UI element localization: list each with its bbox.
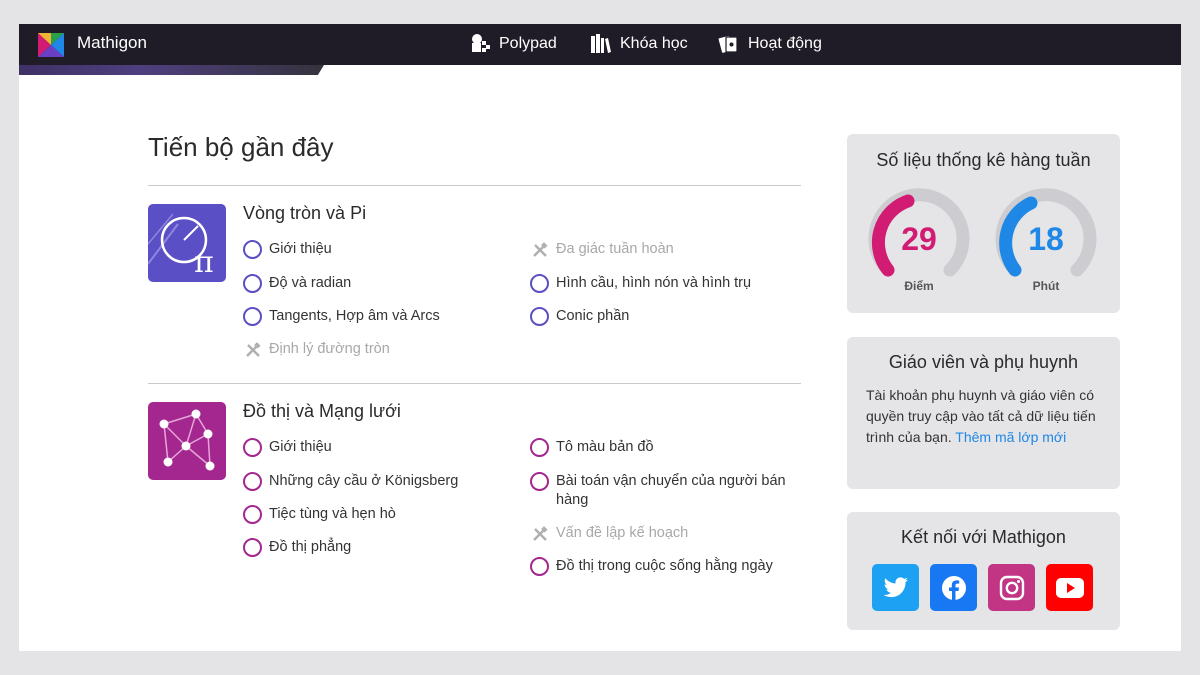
progress-circle-icon — [530, 307, 549, 326]
tools-icon — [530, 240, 549, 259]
mathigon-logo-icon[interactable] — [38, 33, 64, 57]
svg-text:π: π — [194, 245, 214, 280]
nav-courses[interactable]: Khóa học — [590, 33, 688, 55]
progress-circle-icon — [243, 274, 262, 293]
facebook-button[interactable] — [930, 564, 977, 611]
course-title[interactable]: Vòng tròn và Pi — [243, 203, 366, 224]
progress-circle-icon — [243, 240, 262, 259]
lesson-item[interactable]: Đồ thị phẳng — [243, 538, 351, 557]
connect-card: Kết nối với Mathigon — [847, 512, 1120, 630]
lesson-label: Những cây cầu ở Königsberg — [269, 473, 459, 489]
points-gauge: 29 — [864, 184, 974, 294]
nav-label: Polypad — [499, 35, 557, 52]
instagram-icon — [999, 575, 1024, 600]
divider — [148, 383, 801, 384]
lesson-label: Đa giác tuần hoàn — [556, 241, 674, 257]
progress-circle-icon — [243, 538, 262, 557]
points-value: 29 — [901, 221, 937, 257]
lesson-item[interactable]: Tangents, Hợp âm và Arcs — [243, 307, 440, 326]
nav-polypad[interactable]: Polypad — [469, 33, 557, 55]
brand-name[interactable]: Mathigon — [77, 33, 147, 53]
progress-circle-icon — [243, 307, 262, 326]
weekly-stats-card: Số liệu thống kê hàng tuần 29 Điểm 18 Ph… — [847, 134, 1120, 313]
teachers-description: Tài khoản phụ huynh và giáo viên có quyề… — [847, 385, 1120, 448]
page-frame: Mathigon Polypad Khóa học Hoạt động Tiến… — [19, 24, 1181, 651]
minutes-value: 18 — [1028, 221, 1064, 257]
lesson-item[interactable]: Giới thiệu — [243, 438, 332, 457]
facebook-icon — [941, 575, 966, 600]
lesson-label: Tiệc tùng và hẹn hò — [269, 506, 396, 522]
lesson-item[interactable]: Conic phần — [530, 307, 629, 326]
circle-pi-icon: π — [148, 213, 214, 280]
header-accent-strip — [19, 65, 324, 75]
minutes-gauge: 18 — [991, 184, 1101, 294]
progress-circle-icon — [530, 274, 549, 293]
progress-circle-icon — [530, 438, 549, 457]
lesson-label: Giới thiệu — [269, 439, 332, 455]
nav-activities[interactable]: Hoạt động — [718, 33, 822, 55]
lesson-item[interactable]: Hình cầu, hình nón và hình trụ — [530, 274, 751, 293]
lesson-label: Hình cầu, hình nón và hình trụ — [556, 275, 752, 291]
lesson-item[interactable]: Bài toán vận chuyển của người bán hàng — [530, 472, 790, 510]
youtube-icon — [1055, 577, 1084, 598]
lesson-label: Đồ thị phẳng — [269, 539, 352, 555]
lesson-label: Tô màu bản đồ — [556, 439, 654, 455]
lesson-label: Định lý đường tròn — [269, 341, 390, 357]
nav-label: Hoạt động — [748, 35, 822, 52]
lesson-item[interactable]: Tô màu bản đồ — [530, 438, 654, 457]
polypad-icon — [472, 34, 490, 52]
points-label: Điểm — [904, 279, 934, 293]
lesson-item-disabled: Định lý đường tròn — [243, 340, 390, 359]
lesson-item[interactable]: Giới thiệu — [243, 240, 332, 259]
tools-icon — [530, 524, 549, 543]
instagram-button[interactable] — [988, 564, 1035, 611]
cards-icon — [718, 35, 738, 53]
lesson-item[interactable]: Độ và radian — [243, 274, 351, 293]
lesson-item-disabled: Đa giác tuần hoàn — [530, 240, 674, 259]
nav-label: Khóa học — [620, 35, 688, 52]
progress-circle-icon — [243, 472, 262, 491]
lesson-label: Giới thiệu — [269, 241, 332, 257]
lesson-label: Tangents, Hợp âm và Arcs — [269, 308, 440, 324]
tools-icon — [243, 340, 262, 359]
lesson-label: Conic phần — [556, 308, 630, 324]
twitter-button[interactable] — [872, 564, 919, 611]
divider — [148, 185, 801, 186]
course-thumbnail-graphs[interactable] — [148, 402, 226, 480]
progress-circle-icon — [243, 505, 262, 524]
page-title: Tiến bộ gần đây — [148, 132, 334, 162]
graph-network-icon — [159, 409, 215, 471]
card-title: Số liệu thống kê hàng tuần — [876, 150, 1091, 170]
teachers-parents-card: Giáo viên và phụ huynh Tài khoản phụ huy… — [847, 337, 1120, 489]
course-thumbnail-circles[interactable]: π — [148, 204, 226, 282]
lesson-item-disabled: Vấn đề lập kế hoạch — [530, 524, 688, 543]
lesson-item[interactable]: Đồ thị trong cuộc sống hằng ngày — [530, 557, 773, 576]
card-title: Kết nối với Mathigon — [901, 527, 1066, 547]
progress-circle-icon — [530, 472, 549, 491]
lesson-label: Độ và radian — [269, 275, 352, 291]
lesson-label: Đồ thị trong cuộc sống hằng ngày — [556, 558, 773, 574]
lesson-label: Bài toán vận chuyển của người bán hàng — [556, 473, 786, 508]
lesson-item[interactable]: Những cây cầu ở Königsberg — [243, 472, 458, 491]
card-title: Giáo viên và phụ huynh — [888, 352, 1079, 372]
add-class-code-link[interactable]: Thêm mã lớp mới — [955, 429, 1066, 445]
twitter-icon — [883, 576, 908, 597]
books-icon — [591, 34, 611, 53]
progress-circle-icon — [530, 557, 549, 576]
top-navbar: Mathigon Polypad Khóa học Hoạt động — [19, 24, 1181, 65]
lesson-item[interactable]: Tiệc tùng và hẹn hò — [243, 505, 396, 524]
progress-circle-icon — [243, 438, 262, 457]
minutes-label: Phút — [1032, 279, 1060, 293]
course-title[interactable]: Đồ thị và Mạng lưới — [243, 401, 401, 422]
youtube-button[interactable] — [1046, 564, 1093, 611]
lesson-label: Vấn đề lập kế hoạch — [556, 525, 689, 541]
